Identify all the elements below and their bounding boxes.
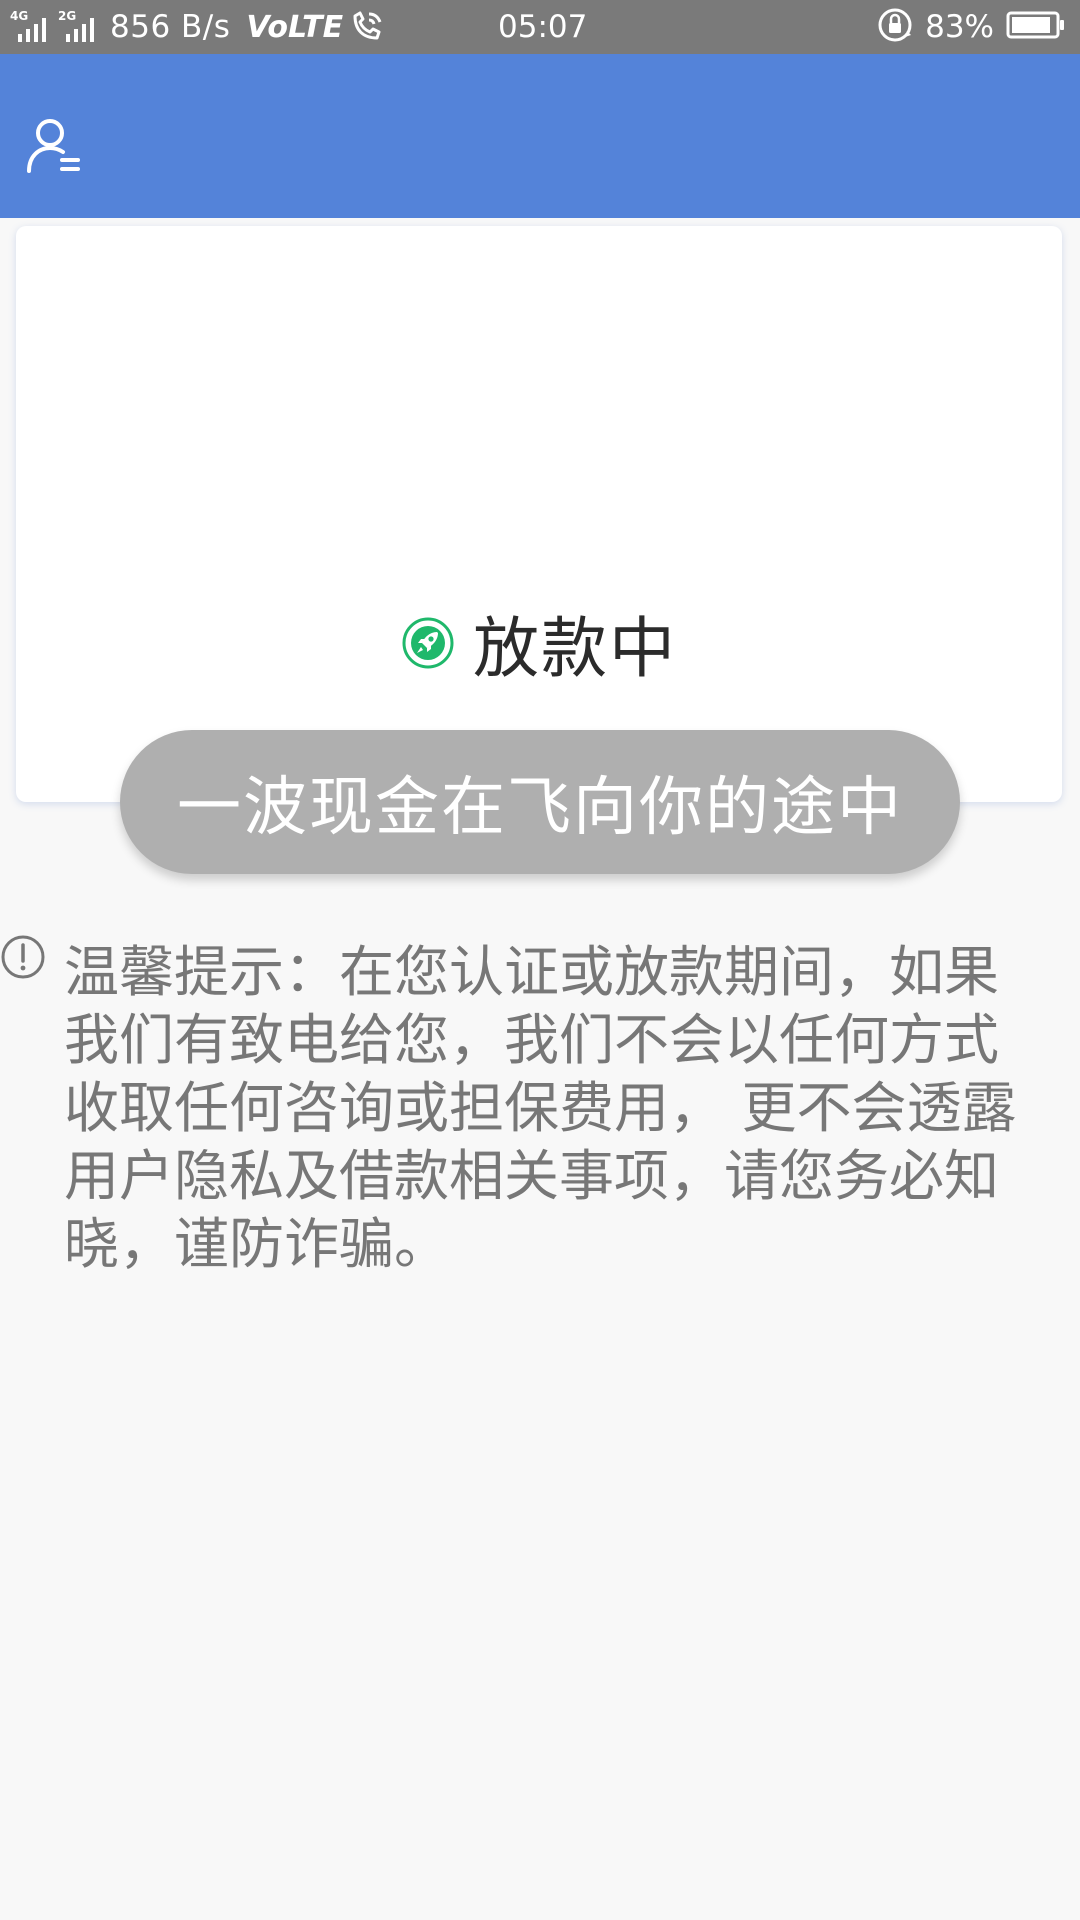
battery-percentage: 83% bbox=[925, 9, 994, 45]
battery-icon bbox=[1006, 10, 1066, 44]
rocket-icon bbox=[401, 616, 455, 670]
loan-progress-pill[interactable]: 一波现金在飞向你的途中 bbox=[120, 730, 960, 874]
fraud-warning-notice: 温馨提示：在您认证或放款期间，如果 我们有致电给您，我们不会以任何方式 收取任何… bbox=[64, 940, 1017, 1276]
network-speed: 856 B/s bbox=[110, 9, 231, 45]
status-bar-left: 4G 2G 856 B/s VoLTE bbox=[10, 0, 385, 54]
status-bar-right: 83% bbox=[877, 0, 1066, 54]
rotation-lock-icon bbox=[877, 7, 913, 47]
exclamation-circle-icon bbox=[0, 934, 46, 980]
volte-indicator: VoLTE bbox=[246, 9, 344, 45]
loan-status-title: 放款中 bbox=[473, 610, 677, 687]
app-bar bbox=[0, 54, 1080, 218]
clock: 05:07 bbox=[498, 9, 588, 45]
loan-progress-text: 一波现金在飞向你的途中 bbox=[177, 771, 903, 845]
signal-icon: 4G bbox=[10, 10, 52, 44]
loan-status-card: 放款中 bbox=[16, 226, 1062, 802]
wifi-calling-icon bbox=[349, 10, 385, 44]
signal-icon: 2G bbox=[58, 10, 100, 44]
status-bar: 4G 2G 856 B/s VoLTE 05:07 83% bbox=[0, 0, 1080, 54]
loan-status-row: 放款中 bbox=[16, 598, 1062, 688]
user-menu-icon[interactable] bbox=[26, 116, 84, 176]
